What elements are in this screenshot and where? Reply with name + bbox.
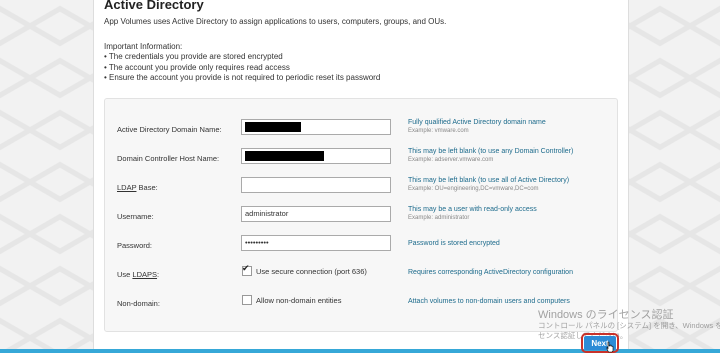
non-domain-checkbox-label[interactable]: Allow non-domain entities	[256, 296, 341, 305]
ldap-base-row: LDAP Base: This may be left blank (to us…	[105, 176, 617, 200]
page-title: Active Directory	[104, 0, 204, 12]
domain-input[interactable]	[241, 119, 391, 135]
ad-config-form: Active Directory Domain Name: Fully qual…	[104, 98, 618, 332]
password-label: Password:	[117, 241, 153, 250]
username-example: Example: administrator	[408, 215, 470, 221]
dc-host-help: This may be left blank (to use any Domai…	[408, 148, 574, 155]
ldap-base-label: LDAP Base:	[117, 183, 158, 192]
non-domain-checkbox[interactable]	[242, 295, 252, 305]
password-row: Password: ••••••••• Password is stored e…	[105, 234, 617, 258]
domain-label: Active Directory Domain Name:	[117, 125, 222, 134]
ldap-base-input[interactable]	[241, 177, 391, 193]
ldaps-checkbox-label[interactable]: Use secure connection (port 636)	[256, 267, 367, 276]
username-label: Username:	[117, 212, 154, 221]
main-panel: Active Directory App Volumes uses Active…	[93, 0, 629, 353]
username-input[interactable]: administrator	[241, 206, 391, 222]
ldap-base-help: This may be left blank (to use all of Ac…	[408, 177, 570, 184]
important-info-list: • The credentials you provide are stored…	[104, 52, 380, 84]
intro-text: App Volumes uses Active Directory to ass…	[104, 17, 447, 26]
username-help: This may be a user with read-only access	[408, 206, 537, 213]
redacted-value	[245, 151, 324, 161]
hand-cursor-icon	[606, 341, 614, 353]
domain-example: Example: vmware.com	[408, 128, 469, 134]
redacted-value	[245, 122, 301, 132]
ldaps-row: Use LDAPS: ✔ Use secure connection (port…	[105, 263, 617, 287]
dc-host-label: Domain Controller Host Name:	[117, 154, 220, 163]
password-help: Password is stored encrypted	[408, 240, 500, 247]
non-domain-label: Non-domain:	[117, 299, 160, 308]
dc-host-row: Domain Controller Host Name: This may be…	[105, 147, 617, 171]
info-item: • Ensure the account you provide is not …	[104, 73, 381, 82]
info-item: • The account you provide only requires …	[104, 62, 290, 72]
windows-activation-watermark: Windows のライセンス認証	[538, 309, 674, 321]
dc-host-example: Example: adserver.vmware.com	[408, 157, 494, 163]
ldap-base-example: Example: OU=engineering,DC=vmware,DC=com	[408, 186, 539, 192]
non-domain-help: Attach volumes to non-domain users and c…	[408, 298, 570, 305]
domain-help: Fully qualified Active Directory domain …	[408, 119, 546, 126]
ldaps-label: Use LDAPS:	[117, 270, 160, 279]
check-icon: ✔	[242, 263, 250, 273]
important-info-heading: Important Information:	[104, 42, 183, 51]
domain-row: Active Directory Domain Name: Fully qual…	[105, 118, 617, 142]
ldaps-help: Requires corresponding ActiveDirectory c…	[408, 269, 573, 276]
windows-activation-hint: コントロール パネルの [システム] を開き、Windows を センス認証して…	[538, 321, 720, 340]
username-row: Username: administrator This may be a us…	[105, 205, 617, 229]
password-input[interactable]: •••••••••	[241, 235, 391, 251]
dc-host-input[interactable]	[241, 148, 391, 164]
ldaps-checkbox[interactable]: ✔	[242, 263, 252, 276]
info-item: • The credentials you provide are stored…	[104, 52, 283, 61]
